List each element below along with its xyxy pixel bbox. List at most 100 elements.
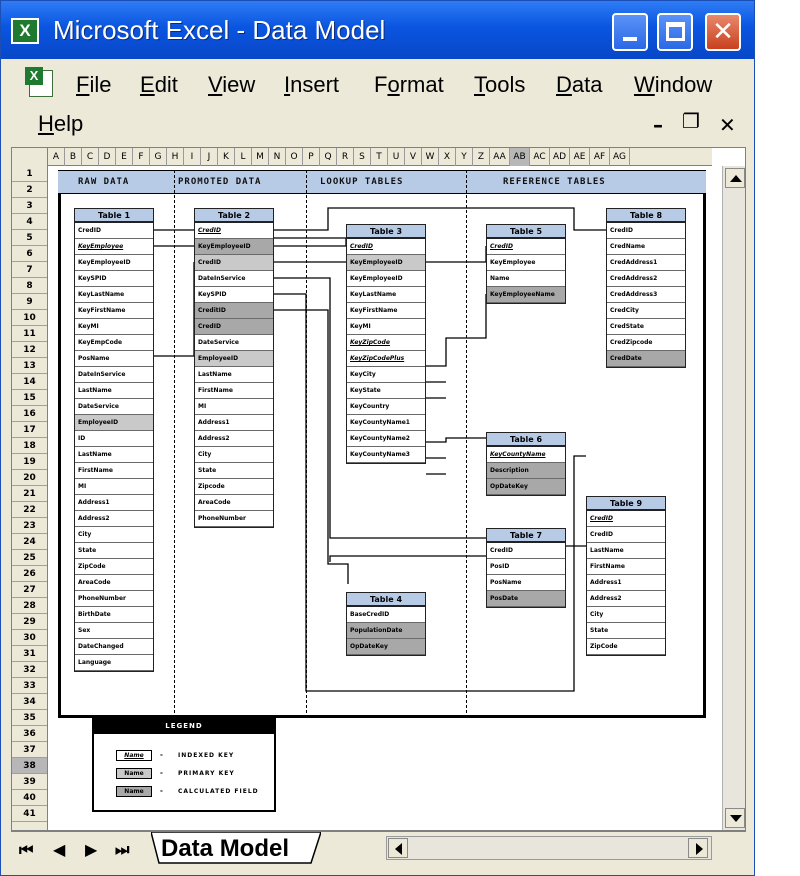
close-button[interactable]: ✕ xyxy=(705,13,741,51)
row-header-cell[interactable]: 33 xyxy=(12,678,47,694)
table-field[interactable]: CredZipcode xyxy=(607,335,685,351)
table-field[interactable]: PhoneNumber xyxy=(195,511,273,527)
doc-minimize-button[interactable]: – xyxy=(653,113,663,137)
table-field[interactable]: CredID xyxy=(75,223,153,239)
menu-file[interactable]: File xyxy=(76,72,111,98)
menu-help[interactable]: Help xyxy=(38,111,83,137)
column-header-cell[interactable]: G xyxy=(150,148,167,166)
table-field[interactable]: CredID xyxy=(487,543,565,559)
row-header-cell[interactable]: 21 xyxy=(12,486,47,502)
row-header-cell[interactable]: 20 xyxy=(12,470,47,486)
column-header-cell[interactable]: Y xyxy=(456,148,473,166)
column-header-cell[interactable]: F xyxy=(133,148,150,166)
table-field[interactable]: FirstName xyxy=(587,559,665,575)
table-field[interactable]: City xyxy=(587,607,665,623)
table-field[interactable]: CredID xyxy=(607,223,685,239)
table-field[interactable]: PosDate xyxy=(487,591,565,607)
table-field[interactable]: CredAddress2 xyxy=(607,271,685,287)
workbook-icon[interactable]: X xyxy=(25,67,59,99)
column-header-cell[interactable]: K xyxy=(218,148,235,166)
row-header-cell[interactable]: 37 xyxy=(12,742,47,758)
row-header-cell[interactable]: 13 xyxy=(12,358,47,374)
menu-window[interactable]: Window xyxy=(634,72,712,98)
column-header-cell[interactable]: J xyxy=(201,148,218,166)
row-header-cell[interactable]: 14 xyxy=(12,374,47,390)
table-field[interactable]: KeyCountyName3 xyxy=(347,447,425,463)
table-field[interactable]: ID xyxy=(75,431,153,447)
column-header-cell[interactable]: R xyxy=(337,148,354,166)
table-field[interactable]: LastName xyxy=(75,447,153,463)
table-field[interactable]: PosName xyxy=(487,575,565,591)
table-field[interactable]: AreaCode xyxy=(75,575,153,591)
table-field[interactable]: PosName xyxy=(75,351,153,367)
table-field[interactable]: FirstName xyxy=(195,383,273,399)
table-6[interactable]: Table 6 KeyCountyName Description OpDateKey xyxy=(486,432,566,496)
table-field[interactable]: BirthDate xyxy=(75,607,153,623)
row-header-cell[interactable]: 38 xyxy=(12,758,47,774)
table-field[interactable]: KeyLastName xyxy=(347,287,425,303)
column-header-cell[interactable]: P xyxy=(303,148,320,166)
table-field[interactable]: KeyCountry xyxy=(347,399,425,415)
column-header-cell[interactable]: AG xyxy=(610,148,630,166)
table-field[interactable]: Address1 xyxy=(75,495,153,511)
row-header-cell[interactable]: 35 xyxy=(12,710,47,726)
first-sheet-button[interactable]: ⏮ xyxy=(19,840,33,860)
column-header-cell[interactable]: H xyxy=(167,148,184,166)
table-field[interactable]: CredDate xyxy=(607,351,685,367)
table-field[interactable]: KeyEmployeeID xyxy=(75,255,153,271)
last-sheet-button[interactable]: ⏭ xyxy=(115,840,129,860)
table-field[interactable]: CredID xyxy=(195,223,273,239)
column-header-cell[interactable]: M xyxy=(252,148,269,166)
table-field[interactable]: OpDateKey xyxy=(347,639,425,655)
row-header-cell[interactable]: 4 xyxy=(12,214,47,230)
row-header-cell[interactable]: 25 xyxy=(12,550,47,566)
table-field[interactable]: KeyEmployee xyxy=(75,239,153,255)
table-2[interactable]: Table 2 CredID KeyEmployeeID CredID DateInSe… xyxy=(194,208,274,528)
table-field[interactable]: KeyZipCodePlus xyxy=(347,351,425,367)
column-header-cell[interactable]: W xyxy=(422,148,439,166)
row-header-cell[interactable]: 18 xyxy=(12,438,47,454)
table-field[interactable]: KeySPID xyxy=(75,271,153,287)
table-field[interactable]: KeyMI xyxy=(75,319,153,335)
column-header-cell[interactable]: Z xyxy=(473,148,490,166)
doc-close-button[interactable]: ✕ xyxy=(719,113,736,137)
row-header-cell[interactable]: 22 xyxy=(12,502,47,518)
table-field[interactable]: KeyZipCode xyxy=(347,335,425,351)
table-field[interactable]: KeyCountyName xyxy=(487,447,565,463)
column-header-cell[interactable]: D xyxy=(99,148,116,166)
table-field[interactable]: KeyEmployeeID xyxy=(347,255,425,271)
table-field[interactable]: Address2 xyxy=(75,511,153,527)
table-field[interactable]: LastName xyxy=(75,383,153,399)
maximize-button[interactable] xyxy=(657,13,693,51)
table-field[interactable]: ZipCode xyxy=(587,639,665,655)
table-field[interactable]: KeyCountyName1 xyxy=(347,415,425,431)
table-field[interactable]: City xyxy=(195,447,273,463)
table-9[interactable]: Table 9 CredID CredID LastName FirstName Addr… xyxy=(586,496,666,656)
row-header-cell[interactable]: 30 xyxy=(12,630,47,646)
column-header-cell[interactable]: X xyxy=(439,148,456,166)
row-header-cell[interactable]: 24 xyxy=(12,534,47,550)
table-field[interactable]: CredID xyxy=(347,239,425,255)
doc-restore-button[interactable]: ❐ xyxy=(682,109,700,133)
row-header-cell[interactable]: 17 xyxy=(12,422,47,438)
table-field[interactable]: Language xyxy=(75,655,153,671)
scroll-right-button[interactable] xyxy=(688,838,708,858)
row-header-cell[interactable]: 19 xyxy=(12,454,47,470)
table-field[interactable]: KeyFirstName xyxy=(75,303,153,319)
row-header-cell[interactable]: 41 xyxy=(12,806,47,822)
column-header-cell[interactable]: N xyxy=(269,148,286,166)
table-field[interactable]: KeyEmployeeID xyxy=(195,239,273,255)
table-field[interactable]: LastName xyxy=(195,367,273,383)
row-header-cell[interactable]: 10 xyxy=(12,310,47,326)
scroll-up-button[interactable] xyxy=(725,168,745,188)
table-field[interactable]: PosID xyxy=(487,559,565,575)
row-header-cell[interactable]: 6 xyxy=(12,246,47,262)
table-field[interactable]: KeyCity xyxy=(347,367,425,383)
table-field[interactable]: CredState xyxy=(607,319,685,335)
column-header-cell[interactable]: I xyxy=(184,148,201,166)
table-1[interactable]: Table 1 CredID KeyEmployee KeyEmployeeID Key… xyxy=(74,208,154,672)
row-header-cell[interactable]: 32 xyxy=(12,662,47,678)
table-field[interactable]: MI xyxy=(75,479,153,495)
table-field[interactable]: CredID xyxy=(487,239,565,255)
column-header-cell[interactable]: T xyxy=(371,148,388,166)
